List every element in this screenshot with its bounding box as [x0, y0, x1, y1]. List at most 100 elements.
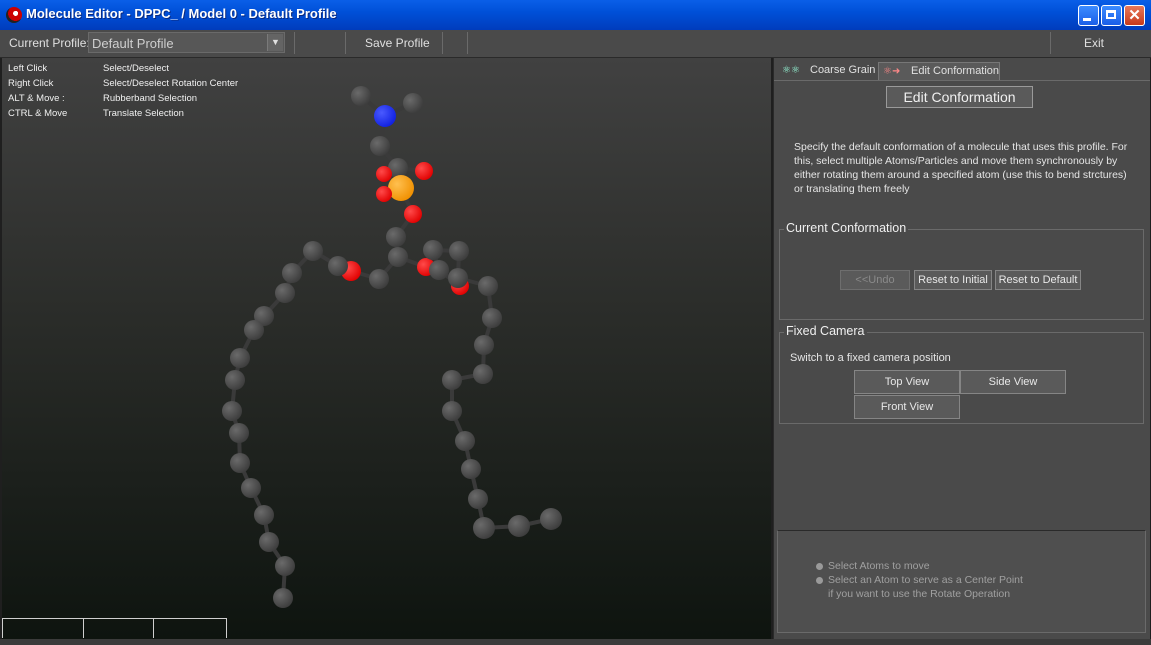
carbon-atom[interactable]	[229, 423, 249, 443]
carbon-atom[interactable]	[244, 320, 264, 340]
oxygen-atom[interactable]	[415, 162, 433, 180]
help-key: ALT & Move :	[8, 93, 65, 104]
hint-box: Select Atoms to move Select an Atom to s…	[777, 530, 1146, 633]
carbon-atom[interactable]	[230, 348, 250, 368]
carbon-atom[interactable]	[230, 453, 250, 473]
coarse-grain-icon: ⚛⚛	[782, 65, 800, 76]
tab-edit-conformation[interactable]: ⚛➜ Edit Conformation	[878, 62, 1000, 80]
title-bar: Molecule Editor - DPPC_ / Model 0 - Defa…	[0, 0, 1151, 31]
toolbar-divider	[442, 32, 443, 54]
profile-select-value: Default Profile	[92, 36, 174, 51]
carbon-atom[interactable]	[388, 247, 408, 267]
fixed-camera-text: Switch to a fixed camera position	[790, 352, 951, 364]
carbon-atom[interactable]	[351, 86, 371, 106]
carbon-atom[interactable]	[225, 370, 245, 390]
carbon-atom[interactable]	[222, 401, 242, 421]
window-title: Molecule Editor - DPPC_ / Model 0 - Defa…	[26, 6, 337, 21]
carbon-atom[interactable]	[254, 505, 274, 525]
help-action: Select/Deselect	[103, 63, 170, 74]
oxygen-atom[interactable]	[376, 186, 392, 202]
hint-text: Select an Atom to serve as a Center Poin…	[828, 574, 1023, 586]
profile-label: Current Profile:	[9, 36, 90, 50]
group-title: Current Conformation	[784, 221, 909, 235]
phosphorus-atom[interactable]	[388, 175, 414, 201]
bullet-icon	[816, 577, 823, 584]
carbon-atom[interactable]	[508, 515, 530, 537]
carbon-atom[interactable]	[540, 508, 562, 530]
carbon-atom[interactable]	[386, 227, 406, 247]
profile-select[interactable]: Default Profile ▼	[88, 32, 285, 53]
carbon-atom[interactable]	[468, 489, 488, 509]
carbon-atom[interactable]	[403, 93, 423, 113]
toolbar-divider	[467, 32, 468, 54]
carbon-atom[interactable]	[328, 256, 348, 276]
minimize-button[interactable]	[1078, 5, 1099, 26]
status-cell	[153, 618, 227, 638]
help-left-click: Left Click Select/Deselect	[8, 63, 169, 74]
description-text: Specify the default conformation of a mo…	[794, 141, 1128, 195]
carbon-atom[interactable]	[474, 335, 494, 355]
exit-button[interactable]: Exit	[1084, 36, 1104, 50]
top-view-button[interactable]: Top View	[854, 370, 960, 394]
carbon-atom[interactable]	[461, 459, 481, 479]
carbon-atom[interactable]	[370, 136, 390, 156]
oxygen-atom[interactable]	[376, 166, 392, 182]
carbon-atom[interactable]	[259, 532, 279, 552]
minimize-icon	[1083, 18, 1091, 21]
hint-text: if you want to use the Rotate Operation	[828, 588, 1011, 600]
window-frame-bottom	[0, 639, 1151, 645]
status-cell	[83, 618, 154, 638]
carbon-atom[interactable]	[273, 588, 293, 608]
close-button[interactable]: ✕	[1124, 5, 1145, 26]
chevron-down-icon[interactable]: ▼	[267, 34, 283, 51]
hint-text: Select Atoms to move	[828, 560, 930, 572]
carbon-atom[interactable]	[473, 517, 495, 539]
maximize-icon	[1106, 10, 1116, 19]
carbon-atom[interactable]	[241, 478, 261, 498]
side-view-button[interactable]: Side View	[960, 370, 1066, 394]
toolbar-divider	[294, 32, 295, 54]
reset-initial-button[interactable]: Reset to Initial	[914, 270, 992, 290]
carbon-atom[interactable]	[429, 260, 449, 280]
front-view-button[interactable]: Front View	[854, 395, 960, 419]
save-profile-button[interactable]: Save Profile	[365, 36, 430, 50]
maximize-button[interactable]	[1101, 5, 1122, 26]
tab-label: Edit Conformation	[911, 65, 1000, 77]
atoms[interactable]	[222, 86, 562, 608]
help-alt-move: ALT & Move : Rubberband Selection	[8, 93, 197, 104]
molecule-model[interactable]	[2, 58, 771, 639]
carbon-atom[interactable]	[442, 401, 462, 421]
carbon-atom[interactable]	[369, 269, 389, 289]
carbon-atom[interactable]	[275, 283, 295, 303]
status-cell	[2, 618, 84, 638]
tab-coarse-grain[interactable]: ⚛⚛ Coarse Grain	[778, 62, 876, 80]
carbon-atom[interactable]	[282, 263, 302, 283]
molecule-viewport[interactable]: Left Click Select/Deselect Right Click S…	[2, 58, 771, 639]
carbon-atom[interactable]	[473, 364, 493, 384]
reset-default-button[interactable]: Reset to Default	[995, 270, 1081, 290]
carbon-atom[interactable]	[275, 556, 295, 576]
carbon-atom[interactable]	[303, 241, 323, 261]
help-key: CTRL & Move	[8, 108, 68, 119]
carbon-atom[interactable]	[478, 276, 498, 296]
tab-label: Coarse Grain	[810, 64, 876, 76]
right-panel: ⚛⚛ Coarse Grain ⚛➜ Edit Conformation Edi…	[773, 58, 1150, 639]
help-action: Select/Deselect Rotation Center	[103, 78, 239, 89]
edit-conformation-heading: Edit Conformation	[886, 86, 1033, 108]
toolbar: Current Profile: Default Profile ▼ Save …	[0, 30, 1151, 58]
carbon-atom[interactable]	[455, 431, 475, 451]
carbon-atom[interactable]	[442, 370, 462, 390]
carbon-atom[interactable]	[423, 240, 443, 260]
tab-bar: ⚛⚛ Coarse Grain ⚛➜ Edit Conformation	[774, 60, 1150, 81]
app-icon	[6, 7, 22, 23]
carbon-atom[interactable]	[482, 308, 502, 328]
undo-button[interactable]: <<Undo	[840, 270, 910, 290]
nitrogen-atom[interactable]	[374, 105, 396, 127]
current-conformation-group: Current Conformation <<Undo Reset to Ini…	[779, 221, 1144, 320]
bullet-icon	[816, 563, 823, 570]
carbon-atom[interactable]	[449, 241, 469, 261]
carbon-atom[interactable]	[448, 268, 468, 288]
oxygen-atom[interactable]	[404, 205, 422, 223]
toolbar-divider	[1050, 32, 1051, 54]
help-key: Right Click	[8, 78, 54, 89]
